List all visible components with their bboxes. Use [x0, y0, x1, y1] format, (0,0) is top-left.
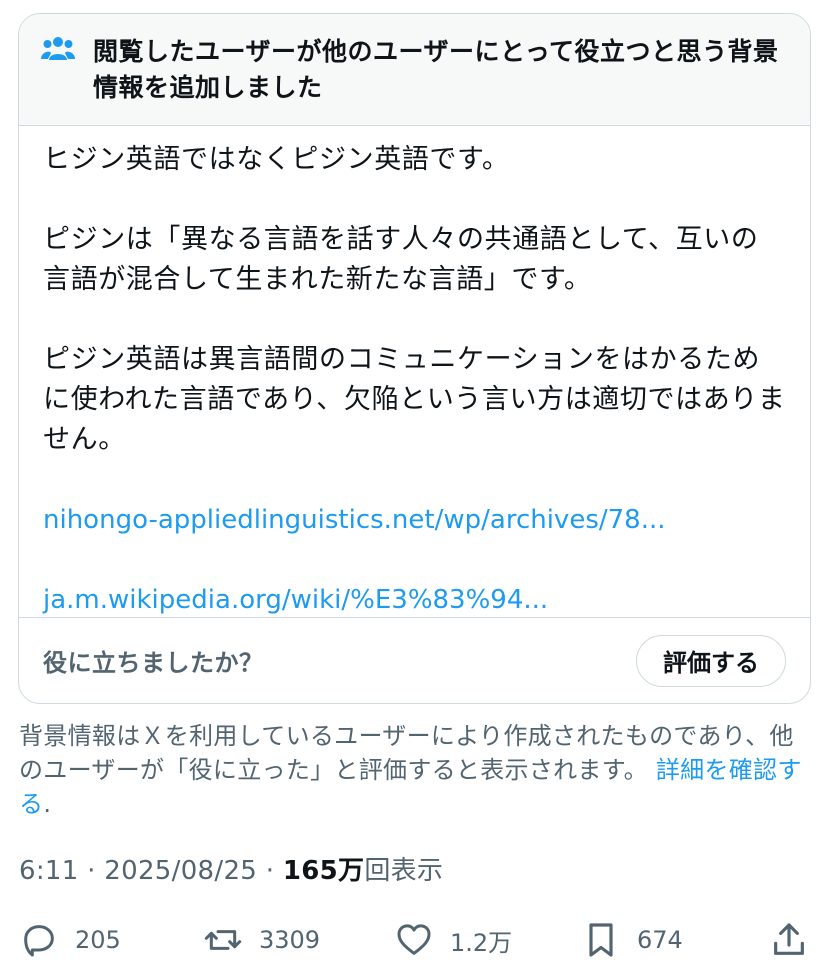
reply-icon — [24, 925, 54, 957]
community-note-card: 閲覧したユーザーが他のユーザーにとって役立つと思う背景情報を追加しました ヒジン… — [18, 13, 811, 704]
bookmark-button[interactable]: 674 — [581, 920, 683, 960]
note-footer: 役に立ちましたか？ 評価する — [19, 617, 810, 703]
helpful-question: 役に立ちましたか？ — [43, 649, 264, 677]
note-paragraph: ヒジン英語ではなくピジン英語です。 — [43, 144, 510, 175]
note-paragraph: ピジン英語は異言語間のコミュニケーションをはかるために使われた言語であり、欠陥と… — [43, 344, 786, 455]
reply-button[interactable]: 205 — [19, 920, 121, 960]
source-link[interactable]: nihongo-appliedlinguistics.net/wp/archiv… — [43, 500, 786, 540]
reply-count: 205 — [75, 926, 121, 954]
heart-icon — [397, 924, 431, 955]
source-link[interactable]: ja.m.wikipedia.org/wiki/%E3%83%94... — [43, 580, 786, 620]
action-bar: 205 3309 1.2万 674 — [19, 918, 809, 962]
like-button[interactable]: 1.2万 — [394, 920, 512, 960]
bookmark-icon — [589, 923, 613, 957]
post-timestamp[interactable]: 6:11 · 2025/08/25 · — [19, 856, 283, 886]
note-header-title: 閲覧したユーザーが他のユーザーにとって役立つと思う背景情報を追加しました — [93, 37, 779, 102]
repost-count: 3309 — [259, 926, 321, 954]
note-body: ヒジン英語ではなくピジン英語です。 ピジンは「異なる言語を話す人々の共通語として… — [19, 126, 810, 620]
post-meta: 6:11 · 2025/08/25 · 165万回表示 — [19, 850, 443, 887]
people-icon — [41, 37, 75, 60]
rate-button[interactable]: 評価する — [636, 634, 786, 687]
repost-button[interactable]: 3309 — [203, 920, 320, 960]
share-icon — [774, 923, 804, 955]
repost-icon — [204, 930, 242, 950]
disclaimer-period: . — [43, 790, 52, 818]
share-button[interactable] — [769, 920, 809, 960]
note-header: 閲覧したユーザーが他のユーザーにとって役立つと思う背景情報を追加しました — [19, 14, 810, 126]
view-label: 回表示 — [364, 856, 444, 886]
view-count: 165万 — [282, 856, 365, 886]
note-disclaimer: 背景情報はＸを利用しているユーザーにより作成されたものであり、他のユーザーが「役… — [19, 719, 814, 821]
like-count: 1.2万 — [450, 928, 513, 957]
note-paragraph: ピジンは「異なる言語を話す人々の共通語として、互いの言語が混合して生まれた新たな… — [43, 224, 759, 295]
bookmark-count: 674 — [637, 926, 683, 954]
